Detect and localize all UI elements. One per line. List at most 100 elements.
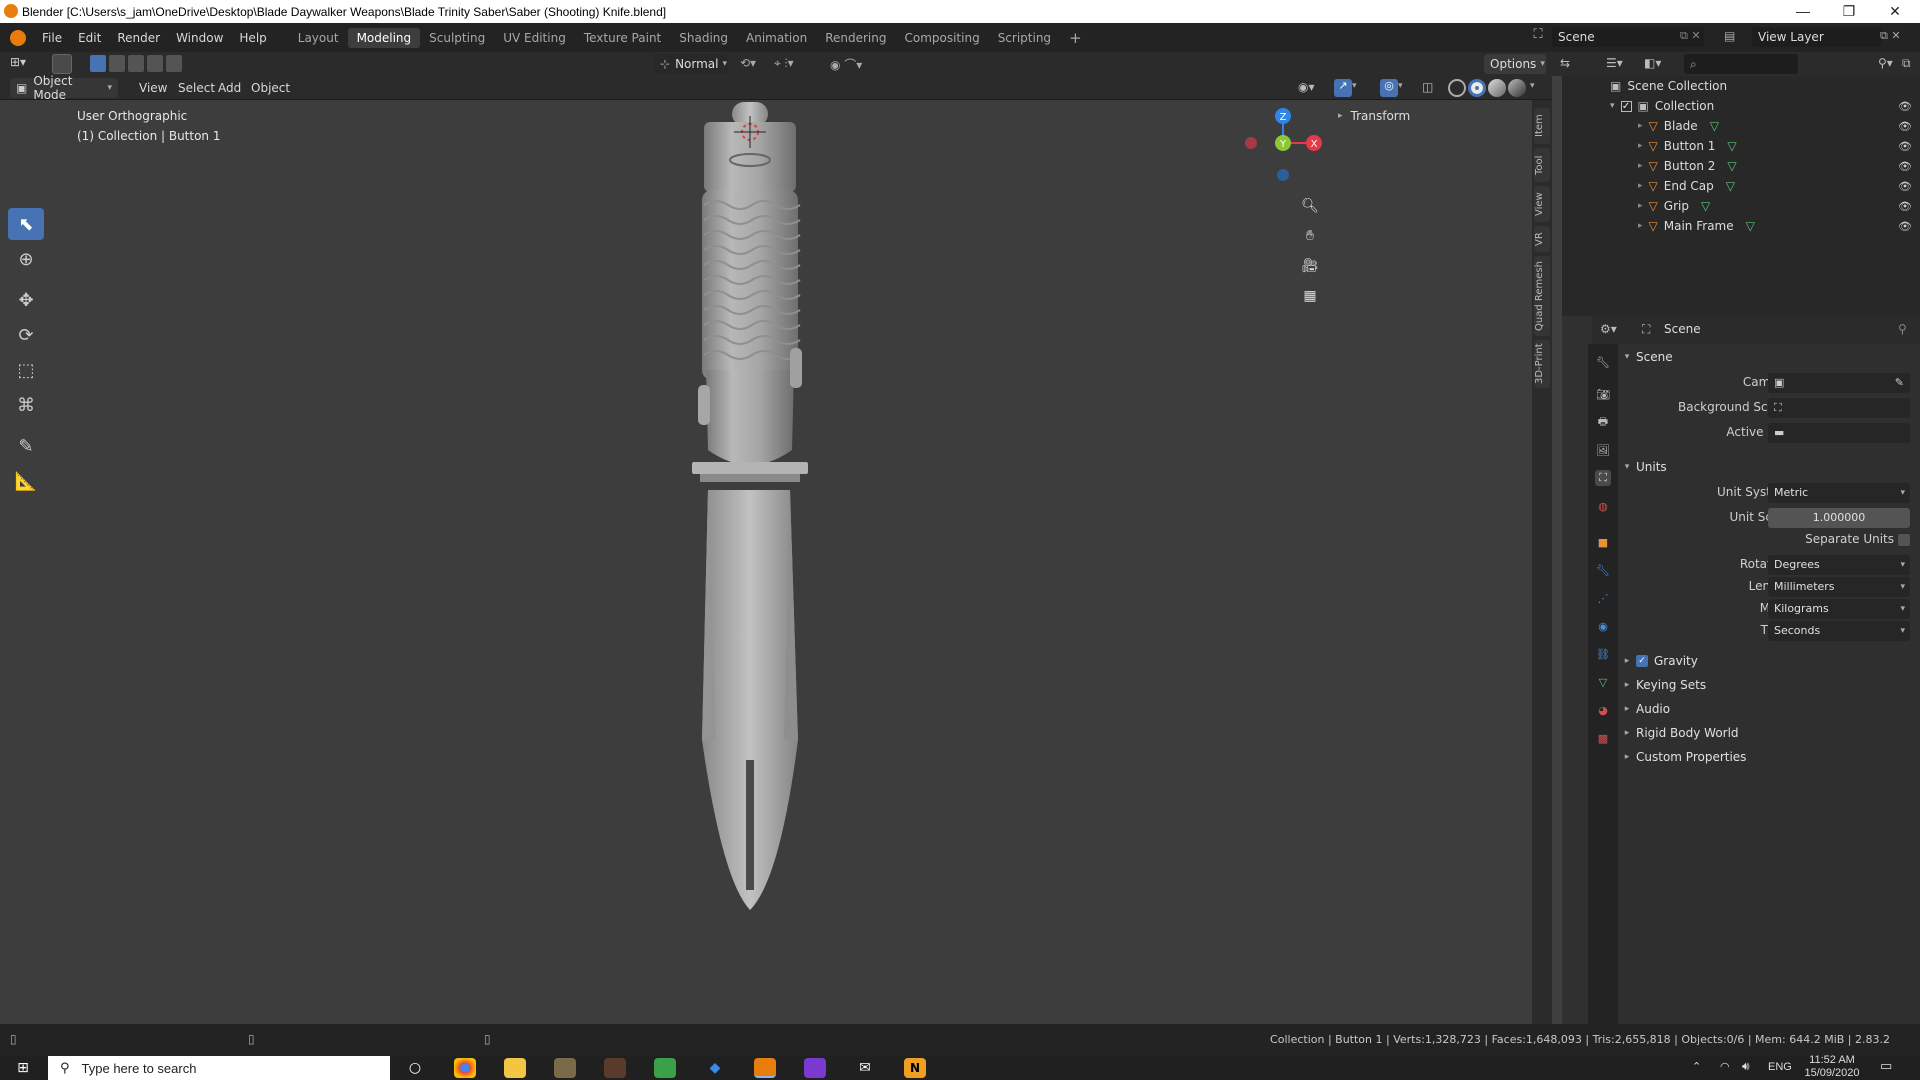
- chevron-right-icon[interactable]: ▸: [1638, 201, 1643, 211]
- chevron-down-icon[interactable]: ▾: [1398, 81, 1403, 91]
- restore-button[interactable]: ❐: [1826, 0, 1872, 23]
- menu-window[interactable]: Window: [168, 31, 231, 45]
- measure-tool[interactable]: 📐: [8, 465, 44, 497]
- rotation-dropdown[interactable]: Degrees ▾: [1768, 555, 1910, 575]
- solid-shading-icon[interactable]: [1468, 79, 1486, 97]
- select-box-tool-icon[interactable]: [52, 54, 72, 74]
- outliner-row-button-2[interactable]: ▸ ▽ Button 2 ▽ 👁︎: [1562, 156, 1920, 176]
- length-dropdown[interactable]: Millimeters ▾: [1768, 577, 1910, 597]
- system-tray-chevron-icon[interactable]: ⌃: [1692, 1060, 1701, 1073]
- chevron-right-icon[interactable]: ▸: [1638, 181, 1643, 191]
- annotate-tool[interactable]: ✎: [8, 430, 44, 462]
- outliner-editor-type-icon[interactable]: ⇆: [1560, 56, 1570, 70]
- mesh-data-icon[interactable]: ▽: [1710, 119, 1719, 133]
- taskbar-clock[interactable]: 11:52 AM 15/09/2020: [1800, 1054, 1864, 1080]
- workspace-tab-uv-editing[interactable]: UV Editing: [494, 28, 575, 48]
- outliner-row-grip[interactable]: ▸ ▽ Grip ▽ 👁︎: [1562, 196, 1920, 216]
- render-properties-icon[interactable]: 📷︎: [1595, 386, 1611, 402]
- add-workspace-button[interactable]: +: [1060, 26, 1091, 50]
- transform-panel-header[interactable]: ▸ Transform: [1338, 106, 1518, 126]
- eye-icon[interactable]: 👁︎: [1898, 220, 1912, 233]
- display-mode-icon[interactable]: ☰▾: [1606, 56, 1623, 70]
- background-scene-field[interactable]: ⛶: [1768, 398, 1910, 418]
- camera-view-button[interactable]: 🎥︎: [1297, 253, 1323, 279]
- minimize-button[interactable]: —: [1780, 0, 1826, 23]
- move-tool[interactable]: ✥: [8, 284, 44, 316]
- editor-type-icon[interactable]: ⊞▾: [10, 55, 40, 73]
- gravity-checkbox[interactable]: ✓: [1636, 655, 1648, 667]
- view-layer-properties-icon[interactable]: 🖼︎: [1595, 442, 1611, 458]
- mesh-data-icon[interactable]: ▽: [1727, 139, 1736, 153]
- mail-icon[interactable]: ✉: [854, 1058, 876, 1078]
- chevron-down-icon[interactable]: ▾: [1610, 101, 1615, 111]
- output-properties-icon[interactable]: 🖶: [1595, 414, 1611, 430]
- material-preview-icon[interactable]: [1488, 79, 1506, 97]
- select-set-icon[interactable]: [90, 55, 106, 72]
- xray-toggle-icon[interactable]: ◫: [1422, 80, 1433, 94]
- pan-view-button[interactable]: ✋︎: [1297, 223, 1323, 249]
- transform-tool[interactable]: ⌘: [8, 389, 44, 421]
- onenote-icon[interactable]: [804, 1058, 826, 1078]
- units-section-header[interactable]: ▾ Units: [1618, 456, 1920, 478]
- select-box-tool[interactable]: ⬉: [8, 208, 44, 240]
- language-indicator[interactable]: ENG: [1768, 1061, 1792, 1073]
- eye-icon[interactable]: 👁︎: [1898, 200, 1912, 213]
- close-button[interactable]: ✕: [1872, 0, 1918, 23]
- chevron-down-icon[interactable]: ▾: [1530, 81, 1535, 91]
- chevron-right-icon[interactable]: ▸: [1638, 141, 1643, 151]
- physics-properties-icon[interactable]: ◉: [1595, 618, 1611, 634]
- view-layer-icon[interactable]: ▤: [1724, 29, 1735, 43]
- separate-units-checkbox[interactable]: [1898, 534, 1910, 546]
- wireframe-shading-icon[interactable]: [1448, 79, 1466, 97]
- new-collection-icon[interactable]: ⧉: [1902, 56, 1911, 71]
- eye-icon[interactable]: 👁︎: [1898, 120, 1912, 133]
- mesh-data-icon[interactable]: ▽: [1727, 159, 1736, 173]
- eye-icon[interactable]: 👁︎: [1898, 140, 1912, 153]
- texture-properties-icon[interactable]: ▩: [1595, 730, 1611, 746]
- properties-editor-type-icon[interactable]: ⚙▾: [1600, 322, 1617, 336]
- app-icon-1[interactable]: [554, 1058, 576, 1078]
- knife-model[interactable]: [680, 100, 840, 920]
- time-dropdown[interactable]: Seconds ▾: [1768, 621, 1910, 641]
- gravity-section-header[interactable]: ▸ ✓ Gravity: [1618, 650, 1920, 672]
- sidebar-tab-tool[interactable]: Tool: [1534, 148, 1550, 182]
- rotate-tool[interactable]: ⟳: [8, 319, 44, 351]
- notifications-icon[interactable]: ▭: [1880, 1059, 1892, 1074]
- navigation-gizmo[interactable]: Z X Y: [1236, 92, 1326, 182]
- chevron-right-icon[interactable]: ▸: [1638, 161, 1643, 171]
- select-subtract-icon[interactable]: [128, 55, 144, 72]
- sidebar-tab-vr[interactable]: VR: [1534, 226, 1550, 252]
- pin-icon[interactable]: ⚲: [1898, 322, 1907, 336]
- workspace-tab-sculpting[interactable]: Sculpting: [420, 28, 494, 48]
- show-overlays-icon[interactable]: ◎: [1380, 79, 1398, 97]
- outliner-row-scene-collection[interactable]: ▣ Scene Collection: [1562, 76, 1920, 96]
- unit-system-dropdown[interactable]: Metric ▾: [1768, 483, 1910, 503]
- camera-field[interactable]: ▣ ✎: [1768, 373, 1910, 393]
- editor-divider[interactable]: [1552, 76, 1562, 1024]
- mesh-data-icon[interactable]: ▽: [1746, 219, 1755, 233]
- volume-icon[interactable]: 🔊︎: [1742, 1059, 1750, 1074]
- scene-section-header[interactable]: ▾ Scene: [1618, 346, 1920, 368]
- app-icon-4[interactable]: ◆: [704, 1058, 726, 1078]
- show-gizmo-icon[interactable]: ↗: [1334, 79, 1352, 97]
- unit-scale-field[interactable]: 1.000000: [1768, 508, 1910, 528]
- sidebar-tab-quad-remesh[interactable]: Quad Remesh: [1534, 256, 1550, 336]
- viewport-menu-object[interactable]: Object: [243, 81, 298, 95]
- outliner-row-button-1[interactable]: ▸ ▽ Button 1 ▽ 👁︎: [1562, 136, 1920, 156]
- eye-icon[interactable]: 👁︎: [1898, 180, 1912, 193]
- blender-menu-icon[interactable]: [10, 29, 26, 46]
- object-mode-dropdown[interactable]: ▣ Object Mode ▾: [10, 74, 118, 102]
- options-dropdown[interactable]: Options ▾: [1484, 54, 1546, 74]
- menu-file[interactable]: File: [34, 31, 70, 45]
- workspace-tab-modeling[interactable]: Modeling: [347, 27, 421, 48]
- select-extend-icon[interactable]: [109, 55, 125, 72]
- outliner-row-blade[interactable]: ▸ ▽ Blade ▽ 👁︎: [1562, 116, 1920, 136]
- rendered-shading-icon[interactable]: [1508, 79, 1526, 97]
- workspace-tab-layout[interactable]: Layout: [289, 28, 348, 48]
- select-intersect-icon[interactable]: [166, 55, 182, 72]
- scene-properties-icon[interactable]: ⛶: [1595, 470, 1611, 486]
- select-difference-icon[interactable]: [147, 55, 163, 72]
- workspace-tab-texture-paint[interactable]: Texture Paint: [575, 28, 670, 48]
- toggle-ortho-button[interactable]: ▦: [1297, 283, 1323, 309]
- filter-icon[interactable]: ⚲▾: [1878, 56, 1893, 70]
